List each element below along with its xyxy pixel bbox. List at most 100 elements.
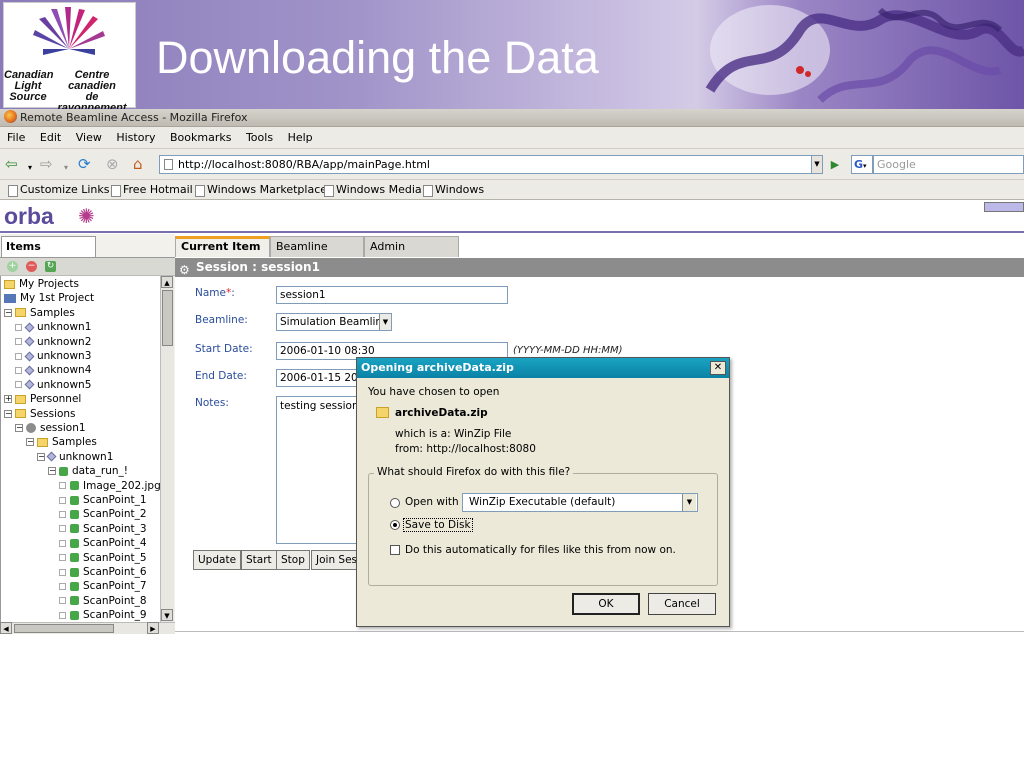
collapse-icon[interactable]: − (15, 424, 23, 432)
collapse-icon[interactable]: − (37, 452, 45, 461)
menu-tools[interactable]: Tools (246, 127, 273, 149)
tree-item[interactable]: − Sessions (4, 407, 76, 421)
tree-item[interactable]: − session1 (15, 421, 86, 435)
tab-beamline[interactable]: Beamline (270, 236, 364, 257)
tree-checkbox[interactable] (15, 323, 22, 331)
join-session-button[interactable]: Join Ses (311, 550, 359, 570)
update-button[interactable]: Update (193, 550, 242, 570)
tree-item[interactable]: − data_run_! (48, 464, 128, 478)
menu-bookmarks[interactable]: Bookmarks (170, 127, 231, 149)
save-to-disk-label[interactable]: Save to Disk (403, 518, 473, 532)
scroll-up-icon[interactable]: ▲ (161, 276, 173, 288)
tree-checkbox[interactable] (59, 554, 66, 562)
tree-vertical-scrollbar[interactable]: ▲ ▼ (160, 276, 174, 622)
save-to-disk-radio[interactable] (390, 520, 400, 530)
tree-item[interactable]: Image_202.jpg (59, 479, 160, 493)
auto-action-label[interactable]: Do this automatically for files like thi… (405, 544, 676, 556)
tree-item[interactable]: unknown5 (15, 378, 91, 392)
tree-item[interactable]: ScanPoint_8 (59, 594, 147, 608)
collapse-icon[interactable]: − (4, 308, 12, 317)
tree-item[interactable]: − Samples (4, 306, 75, 320)
auto-action-checkbox[interactable] (390, 545, 400, 555)
back-dropdown-icon[interactable]: ▾ (28, 159, 32, 177)
tree-item[interactable]: ScanPoint_6 (59, 565, 147, 579)
name-field[interactable]: session1 (276, 286, 508, 304)
tree-checkbox[interactable] (15, 338, 22, 346)
go-arrow-icon[interactable]: ▶ (827, 155, 843, 174)
chevron-down-icon[interactable]: ▼ (682, 494, 696, 511)
bookmark-windows[interactable]: Windows (421, 180, 484, 200)
tree-item[interactable]: unknown3 (15, 349, 91, 363)
tree-item[interactable]: unknown1 (15, 320, 91, 334)
open-with-select[interactable]: WinZip Executable (default) (462, 493, 698, 512)
chevron-down-icon[interactable]: ▼ (379, 314, 391, 330)
tree-checkbox[interactable] (59, 597, 66, 605)
tab-admin[interactable]: Admin (364, 236, 459, 257)
tree-item[interactable]: ScanPoint_3 (59, 522, 147, 536)
search-input[interactable]: Google (873, 155, 1024, 174)
tree-checkbox[interactable] (15, 352, 22, 360)
tree-checkbox[interactable] (59, 482, 66, 490)
url-field[interactable]: http://localhost:8080/RBA/app/mainPage.h… (159, 155, 822, 174)
refresh-icon[interactable]: ↻ (45, 261, 56, 272)
home-icon[interactable]: ⌂ (133, 155, 143, 173)
bookmark-free-hotmail[interactable]: Free Hotmail (109, 180, 193, 200)
url-dropdown-icon[interactable]: ▼ (811, 155, 823, 174)
menu-history[interactable]: History (116, 127, 155, 149)
bookmark-windows-marketplace[interactable]: Windows Marketplace (193, 180, 327, 200)
collapse-icon[interactable]: − (26, 438, 34, 447)
tree-checkbox[interactable] (59, 510, 66, 518)
tree-item[interactable]: My 1st Project (4, 291, 94, 305)
add-icon[interactable]: + (7, 261, 18, 272)
tab-current-item[interactable]: Current Item (175, 236, 270, 257)
tree-item[interactable]: My Projects (4, 277, 79, 291)
expand-icon[interactable]: + (4, 395, 12, 404)
tree-item[interactable]: ScanPoint_4 (59, 536, 147, 550)
scroll-thumb[interactable] (162, 290, 173, 346)
tree-item[interactable]: − Samples (26, 435, 97, 449)
tree-item[interactable]: ScanPoint_7 (59, 579, 147, 593)
menu-view[interactable]: View (76, 127, 102, 149)
stop-icon[interactable]: ⊗ (106, 155, 119, 173)
close-icon[interactable]: ✕ (710, 361, 726, 375)
forward-arrow-icon[interactable]: ⇨ (40, 155, 53, 173)
tree-item[interactable]: ScanPoint_5 (59, 551, 147, 565)
tree-horizontal-scrollbar[interactable]: ◀ ▶ (0, 622, 175, 634)
collapse-icon[interactable]: − (4, 409, 12, 418)
tree-item[interactable]: − unknown1 (37, 450, 113, 464)
menu-edit[interactable]: Edit (40, 127, 61, 149)
scroll-down-icon[interactable]: ▼ (161, 609, 173, 621)
reload-icon[interactable]: ⟳ (78, 155, 91, 173)
bookmark-windows-media[interactable]: Windows Media (322, 180, 422, 200)
scroll-left-icon[interactable]: ◀ (0, 622, 12, 634)
tree-item[interactable]: unknown2 (15, 335, 91, 349)
tab-items[interactable]: Items (1, 236, 96, 257)
open-with-radio[interactable] (390, 498, 400, 508)
scroll-thumb[interactable] (14, 624, 114, 633)
collapse-icon[interactable]: − (48, 467, 56, 476)
stop-button[interactable]: Stop (276, 550, 310, 570)
menu-help[interactable]: Help (288, 127, 313, 149)
tree-item[interactable]: ScanPoint_2 (59, 507, 147, 521)
tree-item[interactable]: ScanPoint_9 (59, 608, 147, 622)
tree-checkbox[interactable] (59, 539, 66, 547)
tree-item[interactable]: unknown4 (15, 363, 91, 377)
tree-checkbox[interactable] (59, 525, 66, 533)
back-arrow-icon[interactable]: ⇦ (5, 155, 18, 173)
tree-checkbox[interactable] (59, 611, 66, 619)
header-widget[interactable] (984, 202, 1024, 212)
beamline-select[interactable]: Simulation Beamline ▼ (276, 313, 392, 331)
open-with-label[interactable]: Open with (405, 496, 459, 508)
tree-checkbox[interactable] (15, 366, 22, 374)
scroll-right-icon[interactable]: ▶ (147, 622, 159, 634)
tree-checkbox[interactable] (59, 582, 66, 590)
tree-item[interactable]: ScanPoint_1 (59, 493, 147, 507)
start-button[interactable]: Start (241, 550, 277, 570)
tree-checkbox[interactable] (59, 496, 66, 504)
bookmark-customize-links[interactable]: Customize Links (6, 180, 110, 200)
tree-checkbox[interactable] (59, 568, 66, 576)
forward-dropdown-icon[interactable]: ▾ (64, 159, 68, 177)
ok-button[interactable]: OK (572, 593, 640, 615)
search-engine-selector[interactable]: G▾ (851, 155, 873, 174)
menu-file[interactable]: File (7, 127, 25, 149)
